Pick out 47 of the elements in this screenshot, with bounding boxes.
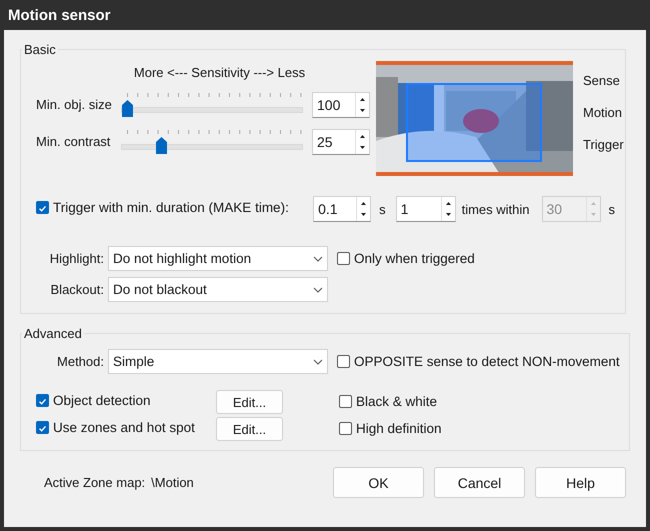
dialog-button[interactable]: Cancel bbox=[434, 467, 525, 498]
slider-thumb[interactable] bbox=[156, 136, 167, 154]
checkbox[interactable] bbox=[339, 422, 352, 434]
unit-label: s bbox=[379, 202, 386, 216]
number-field[interactable]: 25 bbox=[312, 128, 370, 154]
times-within-label: times within bbox=[462, 202, 530, 216]
number-field[interactable]: 0.1 bbox=[313, 196, 372, 222]
unit-label: s bbox=[608, 202, 615, 216]
slider-label: Min. contrast bbox=[36, 134, 112, 149]
checkbox[interactable] bbox=[36, 394, 49, 407]
dialog-button[interactable]: Help bbox=[535, 467, 626, 498]
caret-icon bbox=[313, 286, 323, 292]
zone-map-value: \Motion bbox=[151, 475, 195, 490]
dropdown[interactable]: Do not blackout bbox=[108, 277, 328, 302]
group-title: Advanced bbox=[23, 326, 83, 341]
checkbox[interactable] bbox=[36, 421, 49, 434]
preview-label: Trigger bbox=[583, 137, 624, 152]
number-field[interactable]: 1 bbox=[396, 196, 456, 222]
checkbox[interactable] bbox=[339, 394, 352, 408]
checkbox-option[interactable]: Black & white bbox=[339, 394, 438, 408]
group-title: Basic bbox=[23, 42, 57, 57]
checkbox-label: High definition bbox=[356, 420, 442, 436]
window-title: Motion sensor bbox=[8, 6, 111, 24]
dialog-button[interactable]: OK bbox=[333, 467, 424, 498]
slider-thumb[interactable] bbox=[122, 100, 133, 116]
slider-label: Min. obj. size bbox=[36, 97, 113, 112]
checkbox[interactable] bbox=[337, 355, 350, 368]
caret-icon bbox=[313, 358, 323, 364]
number-field[interactable]: 100 bbox=[312, 92, 370, 118]
blackout-label: Blackout: bbox=[50, 282, 104, 297]
zone-map-label: Active Zone map: bbox=[44, 475, 146, 490]
edit-button[interactable]: Edit... bbox=[216, 390, 283, 414]
checkbox-option[interactable]: High definition bbox=[339, 420, 442, 436]
sensitivity-caption: More <--- Sensitivity ---> Less bbox=[134, 65, 306, 82]
slider[interactable] bbox=[121, 130, 303, 154]
preview-label: Sense bbox=[583, 73, 621, 88]
dropdown[interactable]: Simple bbox=[108, 349, 328, 374]
highlight-label: Highlight: bbox=[48, 251, 104, 266]
caret-icon bbox=[313, 256, 323, 262]
checkbox[interactable] bbox=[36, 201, 49, 214]
method-label: Method: bbox=[56, 354, 104, 369]
preview-label: Motion bbox=[583, 105, 624, 120]
edit-button[interactable]: Edit... bbox=[216, 417, 283, 441]
checkbox-label: Black & white bbox=[356, 394, 438, 408]
dropdown[interactable]: Do not highlight motion bbox=[108, 246, 328, 271]
slider[interactable] bbox=[121, 92, 303, 116]
checkbox[interactable] bbox=[337, 252, 350, 265]
